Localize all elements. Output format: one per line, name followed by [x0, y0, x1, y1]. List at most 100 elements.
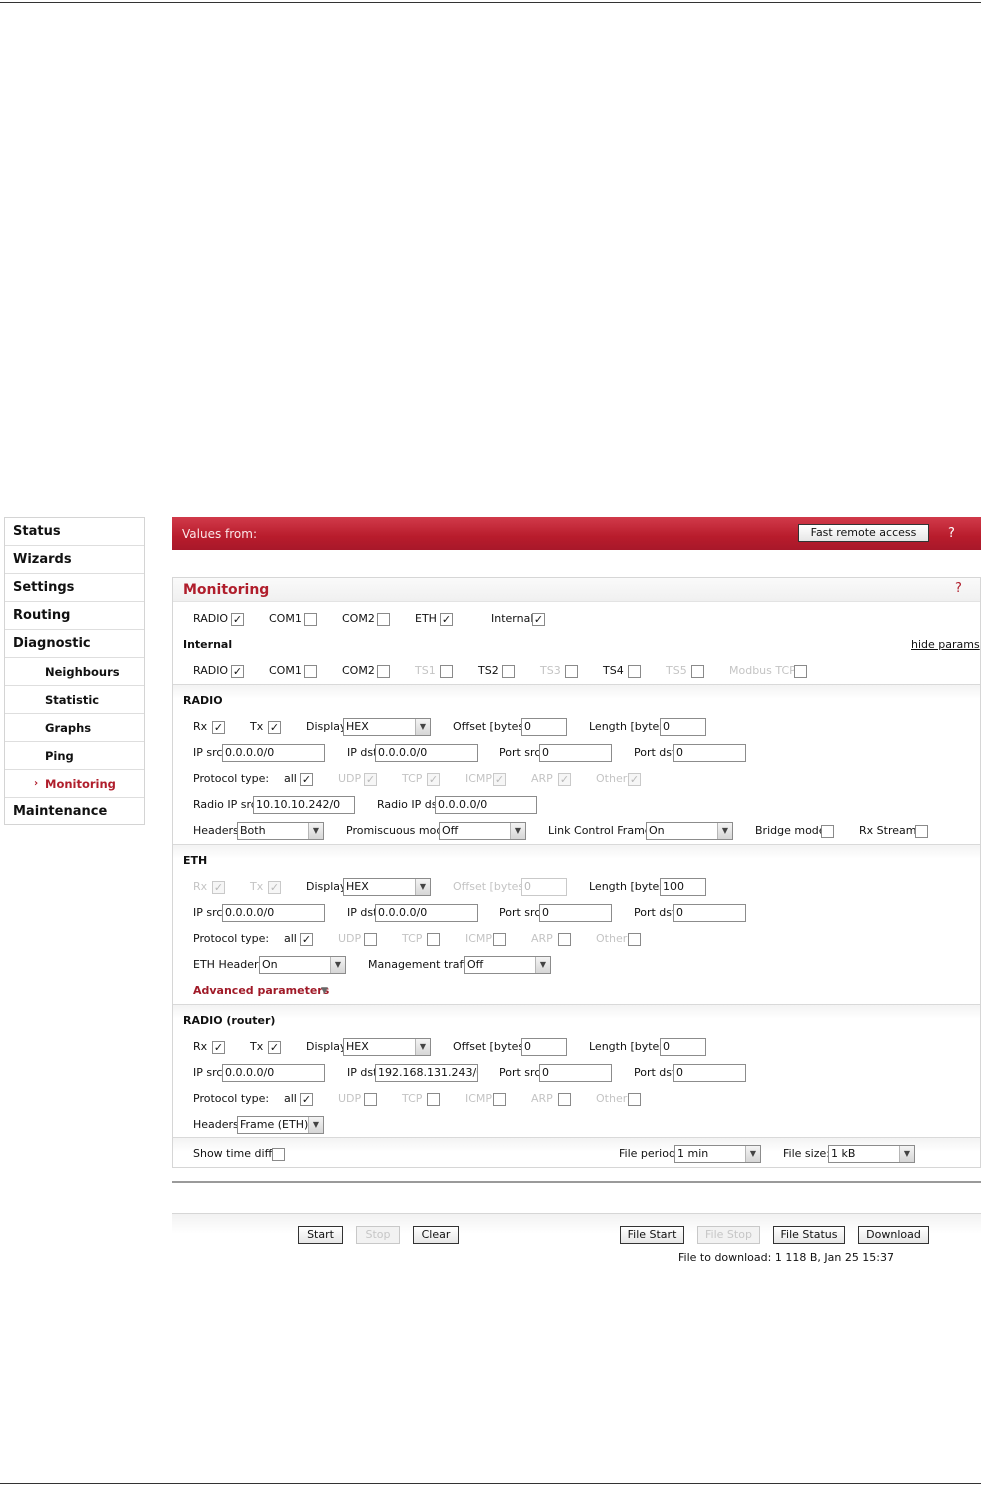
sidebar-item-statistic[interactable]: Statistic	[5, 686, 144, 714]
internal-ts5-checkbox[interactable]	[691, 665, 704, 678]
sidebar-item-wizards[interactable]: Wizards	[5, 546, 144, 574]
hide-params-link[interactable]: hide params	[911, 638, 980, 651]
eth-length-input[interactable]: 100	[660, 878, 706, 896]
internal-modbus-tcp-checkbox[interactable]	[794, 665, 807, 678]
internal-ts4-checkbox[interactable]	[628, 665, 641, 678]
radio-udp-checkbox[interactable]: ✓	[364, 773, 377, 786]
file-start-button[interactable]: File Start	[620, 1226, 684, 1244]
iface-radio-label: RADIO	[193, 612, 229, 625]
radio-tx-checkbox[interactable]: ✓	[268, 721, 281, 734]
radio-headers-select[interactable]: Both ▼	[237, 822, 324, 840]
radio-tcp-checkbox[interactable]: ✓	[427, 773, 440, 786]
internal-ts2-checkbox[interactable]	[502, 665, 515, 678]
radio-port-src-input[interactable]: 0	[539, 744, 612, 762]
radio-link-control-select[interactable]: On ▼	[646, 822, 733, 840]
download-button[interactable]: Download	[858, 1226, 929, 1244]
eth-port-dst-input[interactable]: 0	[673, 904, 746, 922]
eth-other-checkbox[interactable]	[628, 933, 641, 946]
router-offset-input[interactable]: 0	[521, 1038, 567, 1056]
iface-com1-checkbox[interactable]	[304, 613, 317, 626]
radio-rx-stream-checkbox[interactable]	[915, 825, 928, 838]
sidebar-item-ping[interactable]: Ping	[5, 742, 144, 770]
sidebar-item-routing[interactable]: Routing	[5, 602, 144, 630]
eth-icmp-checkbox[interactable]	[493, 933, 506, 946]
router-all-checkbox[interactable]: ✓	[300, 1093, 313, 1106]
radio-all-checkbox[interactable]: ✓	[300, 773, 313, 786]
chevron-down-icon: ▼	[535, 957, 550, 973]
sidebar-item-maintenance[interactable]: Maintenance	[5, 798, 144, 826]
radio-other-checkbox[interactable]: ✓	[628, 773, 641, 786]
radio-rx-checkbox[interactable]: ✓	[212, 721, 225, 734]
router-arp-checkbox[interactable]	[558, 1093, 571, 1106]
start-button[interactable]: Start	[298, 1226, 343, 1244]
router-tx-checkbox[interactable]: ✓	[268, 1041, 281, 1054]
sidebar-item-settings[interactable]: Settings	[5, 574, 144, 602]
iface-radio-checkbox[interactable]: ✓	[231, 613, 244, 626]
radio-bridge-mode-checkbox[interactable]	[821, 825, 834, 838]
radio-radio-ip-dst-input[interactable]: 0.0.0.0/0	[435, 796, 537, 814]
router-ip-dst-input[interactable]: 192.168.131.243/0	[375, 1064, 478, 1082]
radio-promiscuous-select[interactable]: Off ▼	[439, 822, 526, 840]
internal-radio-checkbox[interactable]: ✓	[231, 665, 244, 678]
router-port-src-input[interactable]: 0	[539, 1064, 612, 1082]
advanced-parameters-link[interactable]: Advanced parameters	[193, 984, 329, 997]
file-size-select[interactable]: 1 kB ▼	[828, 1145, 915, 1163]
file-status-button[interactable]: File Status	[773, 1226, 845, 1244]
header-help-icon[interactable]: ?	[948, 526, 955, 541]
radio-offset-input[interactable]: 0	[521, 718, 567, 736]
stop-button[interactable]: Stop	[356, 1226, 400, 1244]
sidebar-item-monitoring[interactable]: › Monitoring	[5, 770, 144, 798]
internal-com2-checkbox[interactable]	[377, 665, 390, 678]
clear-button[interactable]: Clear	[413, 1226, 459, 1244]
radio-router-section-title: RADIO (router)	[183, 1014, 276, 1027]
radio-arp-checkbox[interactable]: ✓	[558, 773, 571, 786]
radio-radio-ip-src-input[interactable]: 10.10.10.242/0	[253, 796, 355, 814]
iface-eth-checkbox[interactable]: ✓	[440, 613, 453, 626]
router-other-checkbox[interactable]	[628, 1093, 641, 1106]
internal-ts3-checkbox[interactable]	[565, 665, 578, 678]
router-icmp-checkbox[interactable]	[493, 1093, 506, 1106]
eth-tx-checkbox[interactable]: ✓	[268, 881, 281, 894]
eth-display-select[interactable]: HEX ▼	[343, 878, 431, 896]
router-length-input[interactable]: 0	[660, 1038, 706, 1056]
router-udp-checkbox[interactable]	[364, 1093, 377, 1106]
sidebar-item-status[interactable]: Status	[5, 518, 144, 546]
show-time-diff-checkbox[interactable]	[272, 1148, 285, 1161]
radio-ip-src-input[interactable]: 0.0.0.0/0	[222, 744, 325, 762]
sidebar-item-diagnostic[interactable]: Diagnostic	[5, 630, 144, 658]
eth-all-checkbox[interactable]: ✓	[300, 933, 313, 946]
sidebar-item-neighbours[interactable]: Neighbours	[5, 658, 144, 686]
eth-mgmt-select[interactable]: Off ▼	[464, 956, 551, 974]
eth-headers-select[interactable]: On ▼	[259, 956, 346, 974]
internal-com1-checkbox[interactable]	[304, 665, 317, 678]
file-period-select[interactable]: 1 min ▼	[674, 1145, 761, 1163]
radio-icmp-checkbox[interactable]: ✓	[493, 773, 506, 786]
eth-rx-checkbox[interactable]: ✓	[212, 881, 225, 894]
eth-ip-src-input[interactable]: 0.0.0.0/0	[222, 904, 325, 922]
chevron-down-icon[interactable]: ▼	[321, 986, 328, 996]
eth-offset-input[interactable]: 0	[521, 878, 567, 896]
iface-com2-checkbox[interactable]	[377, 613, 390, 626]
radio-display-select[interactable]: HEX ▼	[343, 718, 431, 736]
sidebar-item-graphs[interactable]: Graphs	[5, 714, 144, 742]
iface-internal-checkbox[interactable]: ✓	[532, 613, 545, 626]
router-display-select[interactable]: HEX ▼	[343, 1038, 431, 1056]
radio-port-dst-input[interactable]: 0	[673, 744, 746, 762]
file-stop-button[interactable]: File Stop	[697, 1226, 760, 1244]
eth-arp-checkbox[interactable]	[558, 933, 571, 946]
router-headers-select[interactable]: Frame (ETH) ▼	[237, 1116, 324, 1134]
monitoring-help-icon[interactable]: ?	[955, 581, 962, 596]
eth-ip-dst-input[interactable]: 0.0.0.0/0	[375, 904, 478, 922]
router-tcp-checkbox[interactable]	[427, 1093, 440, 1106]
router-rx-checkbox[interactable]: ✓	[212, 1041, 225, 1054]
internal-ts1-checkbox[interactable]	[440, 665, 453, 678]
radio-ip-dst-input[interactable]: 0.0.0.0/0	[375, 744, 478, 762]
fast-remote-access-button[interactable]: Fast remote access	[798, 524, 929, 542]
eth-udp-checkbox[interactable]	[364, 933, 377, 946]
router-ip-src-input[interactable]: 0.0.0.0/0	[222, 1064, 325, 1082]
router-udp-label: UDP	[338, 1092, 362, 1105]
eth-tcp-checkbox[interactable]	[427, 933, 440, 946]
router-port-dst-input[interactable]: 0	[673, 1064, 746, 1082]
radio-length-input[interactable]: 0	[660, 718, 706, 736]
eth-port-src-input[interactable]: 0	[539, 904, 612, 922]
